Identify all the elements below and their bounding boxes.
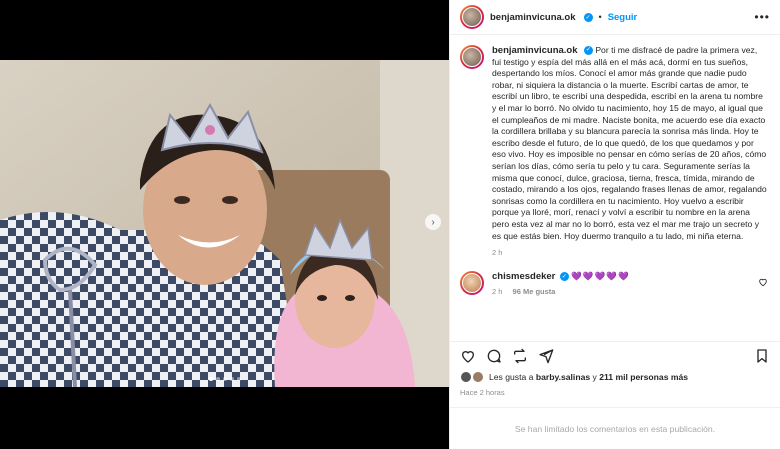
carousel-dot: [208, 377, 213, 381]
likes-summary: Les gusta a barby.salinas y 211 mil pers…: [450, 369, 780, 383]
caption-time[interactable]: 2 h: [492, 248, 768, 257]
likes-prefix: Les gusta a: [489, 372, 536, 382]
carousel-dot: [215, 377, 220, 381]
commenter-username[interactable]: chismesdeker: [492, 271, 555, 282]
action-bar: [450, 341, 780, 369]
next-media-button[interactable]: ›: [425, 214, 441, 230]
caption: benjaminvicuna.ok ✓ Por ti me disfracé d…: [460, 45, 768, 257]
caption-avatar[interactable]: [460, 45, 484, 69]
more-options-icon[interactable]: •••: [754, 10, 770, 24]
carousel-dot: [222, 377, 227, 381]
comment-icon[interactable]: [486, 348, 502, 364]
author-avatar[interactable]: [460, 5, 484, 29]
likes-count[interactable]: 211 mil personas más: [599, 372, 688, 382]
likes-connector: y: [590, 372, 600, 382]
verified-icon: ✓: [583, 46, 593, 56]
liker-username[interactable]: barby.salinas: [536, 372, 590, 382]
post-header: benjaminvicuna.ok ✓ • Seguir •••: [450, 0, 780, 35]
caption-text: Por ti me disfracé de padre la primera v…: [492, 45, 767, 241]
liker-avatar[interactable]: [460, 371, 472, 383]
post-media: ›: [0, 0, 449, 449]
liker-avatar[interactable]: [472, 371, 484, 383]
repost-icon[interactable]: [512, 348, 528, 364]
bookmark-icon[interactable]: [754, 348, 770, 364]
author-username[interactable]: benjaminvicuna.ok: [490, 12, 576, 23]
comment-text: 💜💜💜💜💜: [571, 271, 630, 282]
post-sidebar: benjaminvicuna.ok ✓ • Seguir ••• benjami…: [449, 0, 780, 449]
share-icon[interactable]: [538, 348, 554, 364]
commenter-avatar[interactable]: [460, 271, 484, 296]
chevron-right-icon: ›: [431, 216, 435, 228]
instagram-post: › benjaminvicuna.ok ✓ • Seguir ••• benja…: [0, 0, 780, 449]
comment-time[interactable]: 2 h: [492, 287, 502, 296]
comment-item: chismesdeker ✓ 💜💜💜💜💜 2 h 96 Me gusta: [460, 271, 768, 296]
separator-dot: •: [598, 12, 602, 22]
comment-likes[interactable]: 96 Me gusta: [513, 287, 556, 296]
heart-icon[interactable]: [758, 277, 768, 287]
caption-username[interactable]: benjaminvicuna.ok: [492, 45, 578, 56]
comments-limited-notice: Se han limitado los comentarios en esta …: [450, 407, 780, 449]
comments-section: benjaminvicuna.ok ✓ Por ti me disfracé d…: [450, 35, 780, 341]
carousel-dot: [229, 377, 234, 381]
carousel-dots: [0, 377, 449, 381]
verified-icon: ✓: [583, 12, 593, 22]
verified-icon: ✓: [559, 272, 569, 282]
heart-icon[interactable]: [460, 348, 476, 364]
post-date[interactable]: Hace 2 horas: [450, 383, 780, 397]
carousel-dot: [236, 377, 241, 381]
follow-button[interactable]: Seguir: [608, 12, 638, 23]
post-photo[interactable]: [0, 60, 449, 387]
